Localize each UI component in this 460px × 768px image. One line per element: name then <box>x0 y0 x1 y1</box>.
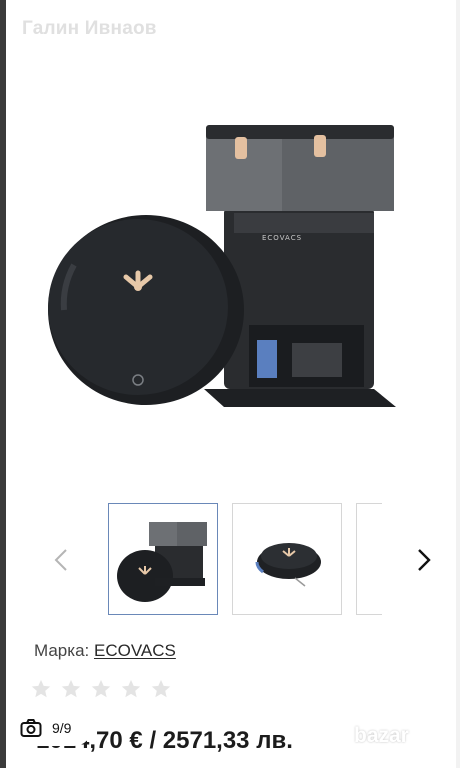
star-icon[interactable] <box>60 678 82 700</box>
robot-station-illustration: ECOVACS <box>48 125 396 407</box>
right-edge-strip <box>456 0 460 768</box>
seller-name: Галин Ивнаов <box>22 18 157 39</box>
brand-label: Марка: <box>34 641 90 660</box>
camera-icon <box>20 719 42 737</box>
rating-stars <box>30 678 172 700</box>
bazar-watermark-text: bazar <box>354 724 409 747</box>
thumbnail-2[interactable] <box>232 503 342 615</box>
thumbnail-image <box>255 543 321 587</box>
brand-line: Марка: ECOVACS <box>34 641 176 661</box>
star-icon[interactable] <box>150 678 172 700</box>
next-image-button[interactable] <box>411 544 437 576</box>
star-icon[interactable] <box>90 678 112 700</box>
thumbnail-1[interactable] <box>108 503 218 615</box>
main-product-image[interactable]: ECOVACS <box>34 55 424 470</box>
star-icon[interactable] <box>120 678 142 700</box>
chevron-right-icon <box>418 549 431 571</box>
thumbnail-strip <box>6 500 456 620</box>
image-counter-text: 9/9 <box>52 720 72 736</box>
thumbnail-image <box>117 522 207 602</box>
thumbnail-3[interactable] <box>356 503 382 615</box>
image-counter[interactable]: 9/9 <box>8 710 92 746</box>
svg-text:ECOVACS: ECOVACS <box>262 234 302 242</box>
chevron-left-icon <box>54 549 67 571</box>
product-page: Галин Ивнаов ECOVACS Марка: ECOVACS 1014… <box>6 0 456 768</box>
star-icon[interactable] <box>30 678 52 700</box>
prev-image-button[interactable] <box>48 544 74 576</box>
bazar-watermark: bazar <box>354 716 454 760</box>
brand-link[interactable]: ECOVACS <box>94 641 176 660</box>
